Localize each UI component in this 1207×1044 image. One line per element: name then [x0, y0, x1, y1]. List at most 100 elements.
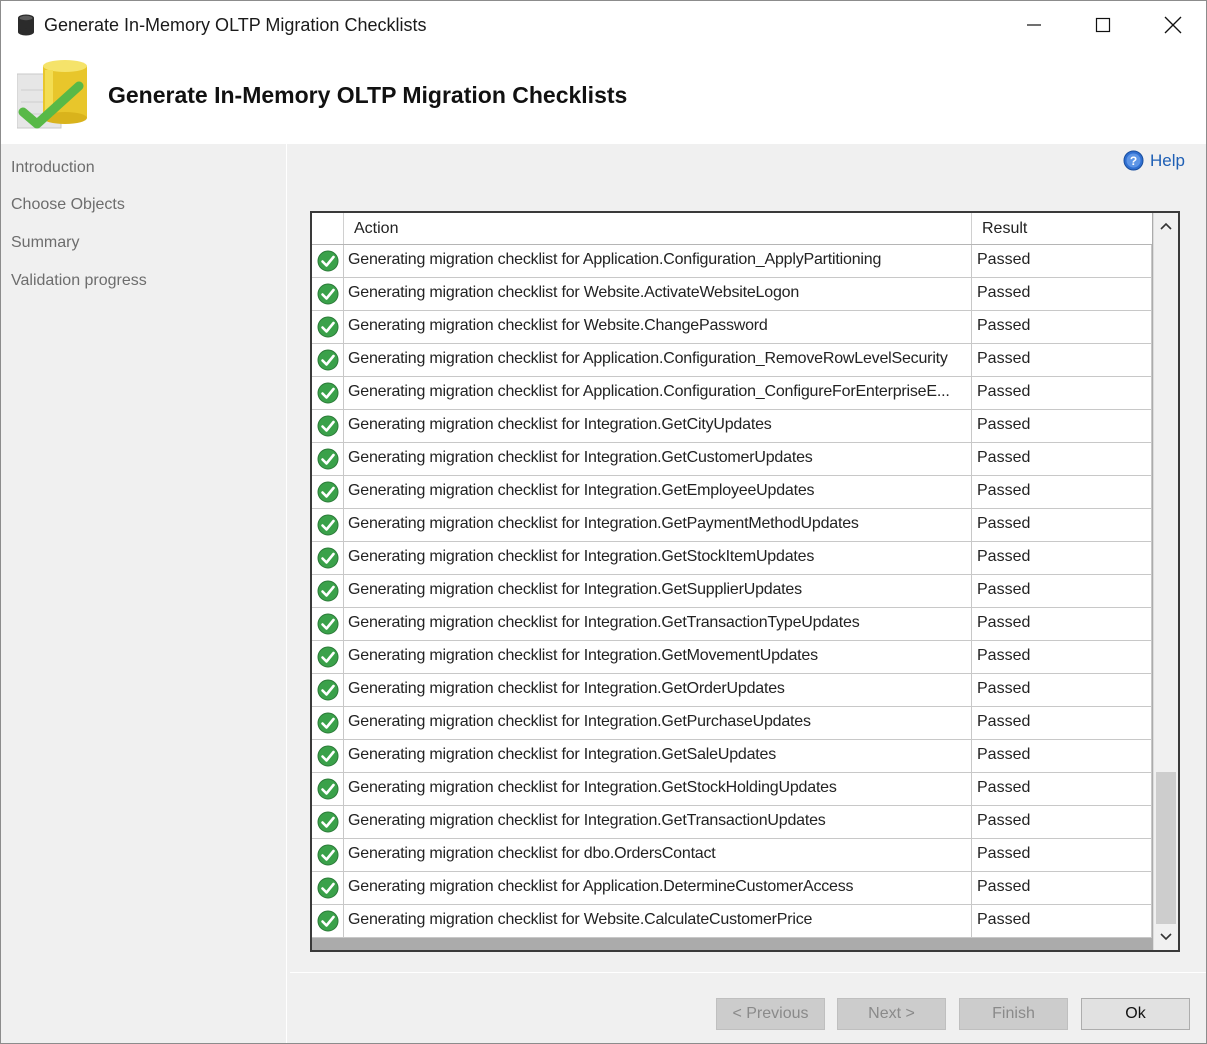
result-cell: Passed: [971, 278, 1152, 310]
scroll-down-button[interactable]: [1154, 924, 1178, 950]
wizard-nav: Introduction Choose Objects Summary Vali…: [1, 144, 287, 1043]
database-icon: [18, 14, 34, 36]
success-check-icon: [312, 410, 343, 442]
result-cell: Passed: [971, 905, 1152, 937]
previous-button[interactable]: < Previous: [716, 998, 825, 1030]
action-cell: Generating migration checklist for Appli…: [343, 872, 971, 904]
scroll-up-button[interactable]: [1154, 213, 1178, 239]
table-row[interactable]: Generating migration checklist for Integ…: [312, 410, 1152, 443]
action-cell: Generating migration checklist for Websi…: [343, 278, 971, 310]
success-check-icon: [312, 707, 343, 739]
result-cell: Passed: [971, 839, 1152, 871]
finish-button[interactable]: Finish: [959, 998, 1068, 1030]
table-row[interactable]: Generating migration checklist for Integ…: [312, 443, 1152, 476]
table-row[interactable]: Generating migration checklist for Integ…: [312, 509, 1152, 542]
action-cell: Generating migration checklist for Integ…: [343, 608, 971, 640]
success-check-icon: [312, 377, 343, 409]
table-row[interactable]: Generating migration checklist for Appli…: [312, 245, 1152, 278]
result-cell: Passed: [971, 311, 1152, 343]
nav-item-summary[interactable]: Summary: [11, 234, 79, 252]
table-row[interactable]: Generating migration checklist for dbo.O…: [312, 839, 1152, 872]
result-cell: Passed: [971, 509, 1152, 541]
success-check-icon: [312, 542, 343, 574]
ok-button[interactable]: Ok: [1081, 998, 1190, 1030]
action-cell: Generating migration checklist for Integ…: [343, 773, 971, 805]
wizard-header: Generate In-Memory OLTP Migration Checkl…: [1, 49, 1206, 144]
nav-item-introduction[interactable]: Introduction: [11, 159, 95, 177]
action-cell: Generating migration checklist for Appli…: [343, 377, 971, 409]
action-cell: Generating migration checklist for Integ…: [343, 806, 971, 838]
column-header-action[interactable]: Action: [343, 213, 971, 244]
migration-checklist-logo-icon: [17, 60, 87, 129]
vertical-scrollbar[interactable]: [1153, 213, 1178, 950]
nav-item-choose-objects[interactable]: Choose Objects: [11, 196, 125, 214]
maximize-button[interactable]: [1068, 1, 1138, 49]
window-title: Generate In-Memory OLTP Migration Checkl…: [44, 15, 427, 35]
title-bar[interactable]: Generate In-Memory OLTP Migration Checkl…: [1, 1, 1206, 49]
success-check-icon: [312, 311, 343, 343]
action-cell: Generating migration checklist for Integ…: [343, 443, 971, 475]
action-cell: Generating migration checklist for Integ…: [343, 674, 971, 706]
result-cell: Passed: [971, 608, 1152, 640]
table-row[interactable]: Generating migration checklist for Appli…: [312, 872, 1152, 905]
minimize-button[interactable]: [999, 1, 1069, 49]
maximize-icon: [1095, 17, 1111, 33]
column-header-result[interactable]: Result: [971, 213, 1152, 244]
grid-header: Action Result: [312, 213, 1152, 245]
svg-text:?: ?: [1130, 154, 1137, 168]
table-row[interactable]: Generating migration checklist for Websi…: [312, 278, 1152, 311]
table-row[interactable]: Generating migration checklist for Appli…: [312, 377, 1152, 410]
action-cell: Generating migration checklist for Integ…: [343, 641, 971, 673]
result-cell: Passed: [971, 476, 1152, 508]
action-cell: Generating migration checklist for dbo.O…: [343, 839, 971, 871]
dialog-window: Generate In-Memory OLTP Migration Checkl…: [0, 0, 1207, 1044]
result-cell: Passed: [971, 806, 1152, 838]
table-row[interactable]: Generating migration checklist for Integ…: [312, 575, 1152, 608]
table-row[interactable]: Generating migration checklist for Websi…: [312, 311, 1152, 344]
table-row[interactable]: Generating migration checklist for Integ…: [312, 806, 1152, 839]
table-row[interactable]: Generating migration checklist for Integ…: [312, 740, 1152, 773]
close-button[interactable]: [1138, 1, 1207, 49]
table-row[interactable]: Generating migration checklist for Appli…: [312, 344, 1152, 377]
table-row[interactable]: Generating migration checklist for Integ…: [312, 674, 1152, 707]
result-cell: Passed: [971, 443, 1152, 475]
result-cell: Passed: [971, 641, 1152, 673]
action-cell: Generating migration checklist for Integ…: [343, 707, 971, 739]
minimize-icon: [1027, 24, 1041, 26]
success-check-icon: [312, 674, 343, 706]
page-title: Generate In-Memory OLTP Migration Checkl…: [108, 82, 628, 108]
result-cell: Passed: [971, 344, 1152, 376]
help-link[interactable]: ? Help: [1123, 150, 1185, 171]
nav-item-validation-progress[interactable]: Validation progress: [11, 272, 147, 290]
chevron-up-icon: [1160, 222, 1172, 230]
next-button[interactable]: Next >: [837, 998, 946, 1030]
success-check-icon: [312, 905, 343, 937]
success-check-icon: [312, 509, 343, 541]
scroll-thumb[interactable]: [1156, 772, 1176, 924]
table-row[interactable]: Generating migration checklist for Integ…: [312, 542, 1152, 575]
table-row[interactable]: Generating migration checklist for Integ…: [312, 773, 1152, 806]
success-check-icon: [312, 773, 343, 805]
result-cell: Passed: [971, 377, 1152, 409]
action-cell: Generating migration checklist for Integ…: [343, 575, 971, 607]
table-row[interactable]: Generating migration checklist for Websi…: [312, 905, 1152, 938]
success-check-icon: [312, 641, 343, 673]
result-cell: Passed: [971, 575, 1152, 607]
success-check-icon: [312, 476, 343, 508]
success-check-icon: [312, 278, 343, 310]
success-check-icon: [312, 608, 343, 640]
table-row[interactable]: Generating migration checklist for Integ…: [312, 641, 1152, 674]
action-cell: Generating migration checklist for Integ…: [343, 476, 971, 508]
table-row[interactable]: Generating migration checklist for Integ…: [312, 707, 1152, 740]
action-cell: Generating migration checklist for Integ…: [343, 410, 971, 442]
close-icon: [1164, 16, 1182, 34]
result-cell: Passed: [971, 542, 1152, 574]
success-check-icon: [312, 245, 343, 277]
success-check-icon: [312, 443, 343, 475]
success-check-icon: [312, 806, 343, 838]
table-row[interactable]: Generating migration checklist for Integ…: [312, 608, 1152, 641]
table-row[interactable]: Generating migration checklist for Integ…: [312, 476, 1152, 509]
action-cell: Generating migration checklist for Integ…: [343, 542, 971, 574]
main-content: ? Help Action Result Generating migratio…: [290, 144, 1206, 972]
result-cell: Passed: [971, 674, 1152, 706]
